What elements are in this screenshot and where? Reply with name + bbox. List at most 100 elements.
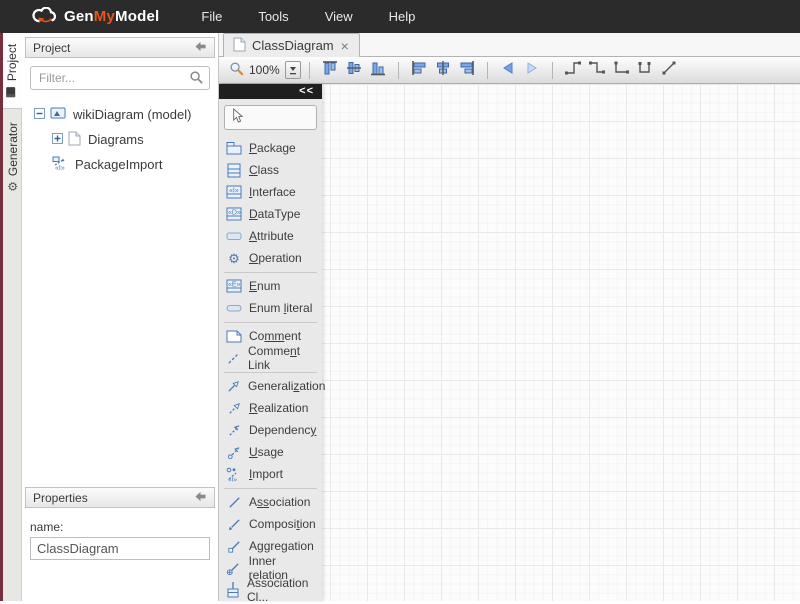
toolbar-separator xyxy=(398,62,399,79)
palette-tool-operation[interactable]: ⚙Operation xyxy=(224,247,317,269)
rail-tab-generator[interactable]: ⚙Generator xyxy=(3,109,22,205)
palette-tool-import[interactable]: «I»Import xyxy=(224,463,317,485)
collapse-panel-button[interactable] xyxy=(194,41,207,55)
tree-item-diagrams[interactable]: Diagrams xyxy=(34,127,218,152)
menu-view[interactable]: View xyxy=(311,3,367,30)
side-rail: Project⚙Generator xyxy=(3,33,22,601)
toolbar-separator xyxy=(309,62,310,79)
palette-tool-label: Comment Link xyxy=(248,344,317,372)
tree-item-label: wikiDiagram (model) xyxy=(71,107,191,122)
name-field-input[interactable] xyxy=(30,537,210,560)
interface-icon: «I» xyxy=(226,184,242,200)
palette-tool-label: Enum literal xyxy=(249,301,312,315)
palette: << PackageClass«I»Interface«D»DataTypeAt… xyxy=(219,84,322,601)
align-middle-button[interactable] xyxy=(342,59,366,81)
palette-tool-label: Generalization xyxy=(248,379,325,393)
tree-item-wikidiagram[interactable]: wikiDiagram (model) xyxy=(34,102,218,127)
comment-link-icon xyxy=(226,350,241,366)
palette-tool-association-cl[interactable]: Association Cl... xyxy=(224,579,317,601)
palette-tool-class[interactable]: Class xyxy=(224,159,317,181)
link-zigzag-button[interactable] xyxy=(585,59,609,81)
svg-text:«I»: «I» xyxy=(55,165,65,171)
generalization-icon xyxy=(226,378,241,394)
palette-tool-enum-literal[interactable]: Enum literal xyxy=(224,297,317,319)
link-straight-icon xyxy=(661,60,677,81)
align-top-button[interactable] xyxy=(318,59,342,81)
palette-tool-interface[interactable]: «I»Interface xyxy=(224,181,317,203)
menu-tools[interactable]: Tools xyxy=(244,3,302,30)
tab-classdiagram[interactable]: ClassDiagram × xyxy=(223,33,360,57)
link-corner-icon xyxy=(612,60,630,81)
filter-input[interactable] xyxy=(30,66,210,90)
align-left-button[interactable] xyxy=(407,59,431,81)
align-top-icon xyxy=(322,60,338,81)
palette-tool-realization[interactable]: Realization xyxy=(224,397,317,419)
align-bottom-button[interactable] xyxy=(366,59,390,81)
zoom-level-value: 100% xyxy=(249,63,280,77)
palette-tool-association[interactable]: Association xyxy=(224,491,317,513)
flip-right-button[interactable] xyxy=(520,59,544,81)
top-menubar: GenMyModel File Tools View Help xyxy=(0,0,800,33)
palette-tool-package[interactable]: Package xyxy=(224,137,317,159)
palette-tool-label: Operation xyxy=(249,251,302,265)
palette-tool-label: Realization xyxy=(249,401,308,415)
link-straight-button[interactable] xyxy=(657,59,681,81)
palette-group: «E»Enum Enum literal xyxy=(224,272,317,319)
palette-tool-enum[interactable]: «E»Enum xyxy=(224,275,317,297)
expand-toggle-icon[interactable] xyxy=(52,132,63,147)
align-left-icon xyxy=(411,60,427,81)
align-middle-icon xyxy=(346,60,362,81)
left-panel: Project wikiDiagram (model)Diagrams«I»Pa… xyxy=(22,33,219,601)
selection-tool-button[interactable] xyxy=(224,105,317,130)
comment-icon xyxy=(226,328,242,344)
link-u-button[interactable] xyxy=(633,59,657,81)
name-field-label: name: xyxy=(30,520,210,534)
palette-tool-usage[interactable]: Usage xyxy=(224,441,317,463)
tab-close-icon[interactable]: × xyxy=(340,39,350,53)
palette-tool-dependency[interactable]: Dependency xyxy=(224,419,317,441)
link-step-icon xyxy=(564,60,582,81)
model-icon xyxy=(50,106,66,123)
collapse-toggle-icon[interactable] xyxy=(34,107,45,122)
palette-collapse-button[interactable]: << xyxy=(219,84,322,99)
palette-group: PackageClass«I»Interface«D»DataTypeAttri… xyxy=(224,135,317,269)
link-step-button[interactable] xyxy=(561,59,585,81)
link-u-icon xyxy=(636,60,654,81)
tree-item-packageimport[interactable]: «I»PackageImport xyxy=(34,152,218,177)
editor-area: ClassDiagram × 100% << PackageClass«I»In… xyxy=(219,33,800,601)
book-icon xyxy=(6,86,20,98)
align-right-icon xyxy=(459,60,475,81)
flip-left-button[interactable] xyxy=(496,59,520,81)
tab-bar: ClassDiagram × xyxy=(219,33,800,57)
enum-icon: «E» xyxy=(226,278,242,294)
align-right-button[interactable] xyxy=(455,59,479,81)
datatype-icon: «D» xyxy=(226,206,242,222)
aggregation-icon xyxy=(226,538,242,554)
menu-file[interactable]: File xyxy=(187,3,236,30)
inner-relation-icon xyxy=(226,560,242,576)
palette-tool-generalization[interactable]: Generalization xyxy=(224,375,317,397)
class-icon xyxy=(226,162,242,178)
menu-help[interactable]: Help xyxy=(375,3,430,30)
rail-tab-project[interactable]: Project xyxy=(3,33,22,109)
zoom-dropdown-button[interactable] xyxy=(285,61,301,79)
association-icon xyxy=(226,494,242,510)
palette-tool-comment-link[interactable]: Comment Link xyxy=(224,347,317,369)
palette-tool-datatype[interactable]: «D»DataType xyxy=(224,203,317,225)
palette-group: CommentComment Link xyxy=(224,322,317,369)
align-center-icon xyxy=(435,60,451,81)
tab-label: ClassDiagram xyxy=(252,38,334,53)
search-icon xyxy=(189,70,204,90)
app-title: GenMyModel xyxy=(64,8,159,25)
palette-tool-label: Association xyxy=(249,495,310,509)
palette-tool-label: Dependency xyxy=(249,423,316,437)
palette-group: AssociationCompositionAggregationInner r… xyxy=(224,488,317,601)
palette-tool-attribute[interactable]: Attribute xyxy=(224,225,317,247)
collapse-panel-button[interactable] xyxy=(194,491,207,505)
align-center-button[interactable] xyxy=(431,59,455,81)
gear-icon: ⚙ xyxy=(6,181,20,192)
diagram-canvas[interactable]: << PackageClass«I»Interface«D»DataTypeAt… xyxy=(219,84,800,601)
link-corner-button[interactable] xyxy=(609,59,633,81)
import-icon: «I» xyxy=(226,466,242,482)
palette-tool-composition[interactable]: Composition xyxy=(224,513,317,535)
